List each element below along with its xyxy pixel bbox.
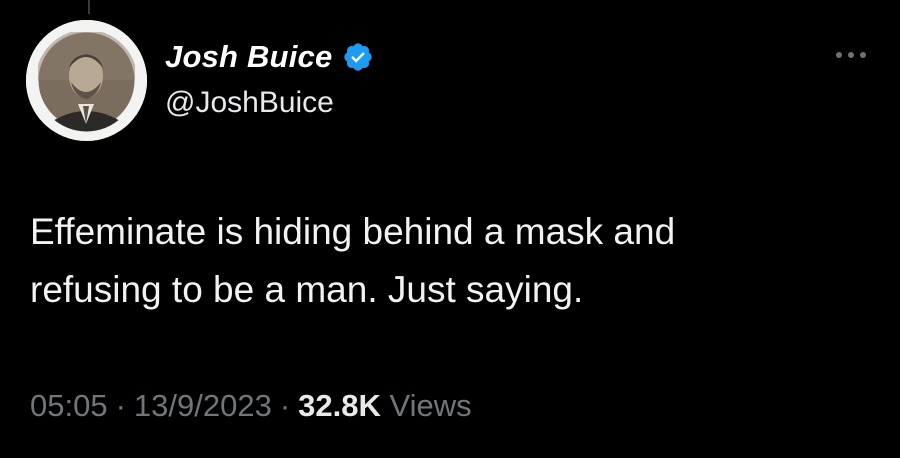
more-dot xyxy=(848,52,854,58)
author-name[interactable]: Josh Buice xyxy=(165,39,332,75)
tweet-meta: 05:05 · 13/9/2023 · 32.8K Views xyxy=(30,388,472,424)
more-icon[interactable] xyxy=(836,48,866,62)
avatar[interactable] xyxy=(26,20,147,141)
avatar-image xyxy=(26,20,147,141)
meta-separator: · xyxy=(115,388,126,423)
tweet-text: Effeminate is hiding behind a mask and r… xyxy=(30,203,850,319)
tweet-date[interactable]: 13/9/2023 xyxy=(134,388,272,423)
more-dot xyxy=(860,52,866,58)
thread-connector-line xyxy=(88,0,90,14)
tweet-text-line: Effeminate is hiding behind a mask and xyxy=(30,211,676,252)
views-label: Views xyxy=(389,388,472,423)
author-name-row: Josh Buice xyxy=(165,36,374,78)
tweet-time[interactable]: 05:05 xyxy=(30,388,108,423)
tweet-text-line: refusing to be a man. Just saying. xyxy=(30,269,584,310)
views-count: 32.8K xyxy=(298,388,381,423)
verified-badge-icon xyxy=(342,41,374,73)
author-handle[interactable]: @JoshBuice xyxy=(165,86,334,120)
more-dot xyxy=(836,52,842,58)
meta-separator: · xyxy=(279,388,291,423)
